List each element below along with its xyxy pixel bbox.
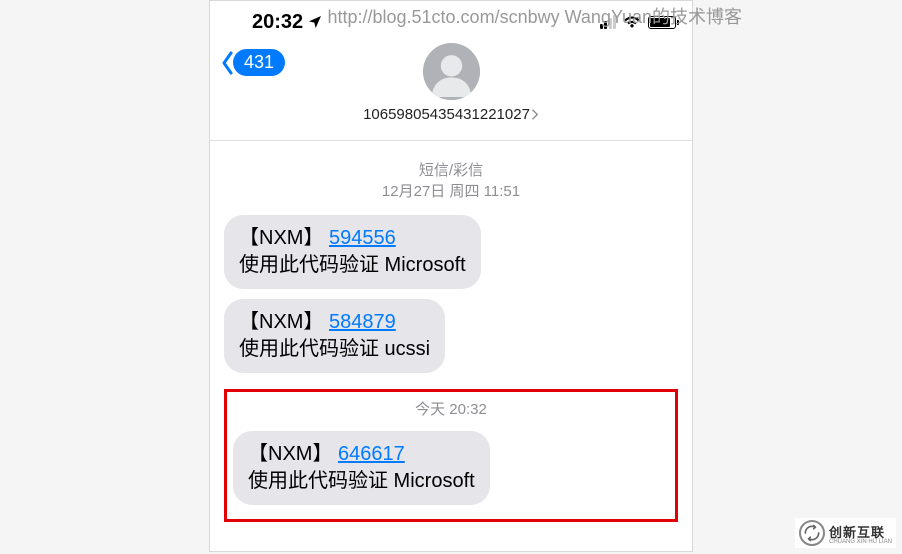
msg1-body: 使用此代码验证 Microsoft — [239, 254, 466, 276]
contact-info[interactable]: 10659805435431221027 — [210, 43, 692, 123]
msg2-body: 使用此代码验证 ucssi — [239, 338, 430, 360]
contact-number: 10659805435431221027 — [363, 106, 530, 123]
timestamp-section-2: 今天 20:32 — [229, 398, 673, 419]
bottom-logo: 创新互联 CHUANG XIN HU LIAN — [795, 518, 896, 548]
msg3-body: 使用此代码验证 Microsoft — [248, 470, 475, 492]
messages-area[interactable]: 短信/彩信 12月27日 周四 11:51 【NXM】 594556 使用此代码… — [210, 141, 692, 530]
logo-subtext: CHUANG XIN HU LIAN — [829, 539, 892, 545]
highlight-box: 今天 20:32 【NXM】 646617 使用此代码验证 Microsoft — [224, 389, 678, 522]
date-1: 12月27日 周四 11:51 — [220, 180, 682, 201]
msg2-prefix: 【NXM】 — [239, 311, 323, 333]
watermark-text: http://blog.51cto.com/scnbwy WangYuan的技术… — [327, 3, 742, 29]
phone-frame: 20:32 431 10659805435431221027 — [209, 0, 693, 552]
logo-icon — [799, 520, 825, 546]
msg3-code[interactable]: 646617 — [338, 443, 405, 465]
timestamp-section-1: 短信/彩信 12月27日 周四 11:51 — [220, 159, 682, 201]
location-arrow-icon — [307, 14, 323, 30]
message-bubble-1[interactable]: 【NXM】 594556 使用此代码验证 Microsoft — [224, 215, 481, 289]
sms-label: 短信/彩信 — [220, 159, 682, 180]
status-time: 20:32 — [252, 11, 323, 34]
time-value: 20:32 — [252, 11, 303, 34]
nav-header: 431 10659805435431221027 — [210, 41, 692, 141]
date-2: 今天 20:32 — [415, 401, 487, 418]
msg1-code[interactable]: 594556 — [329, 227, 396, 249]
message-bubble-3[interactable]: 【NXM】 646617 使用此代码验证 Microsoft — [233, 431, 490, 505]
message-bubble-2[interactable]: 【NXM】 584879 使用此代码验证 ucssi — [224, 299, 445, 373]
msg3-prefix: 【NXM】 — [248, 443, 332, 465]
avatar — [423, 43, 480, 100]
msg2-code[interactable]: 584879 — [329, 311, 396, 333]
contact-name-row: 10659805435431221027 — [363, 106, 539, 123]
msg1-prefix: 【NXM】 — [239, 227, 323, 249]
logo-text: 创新互联 — [829, 522, 892, 541]
chevron-right-icon — [532, 109, 539, 120]
